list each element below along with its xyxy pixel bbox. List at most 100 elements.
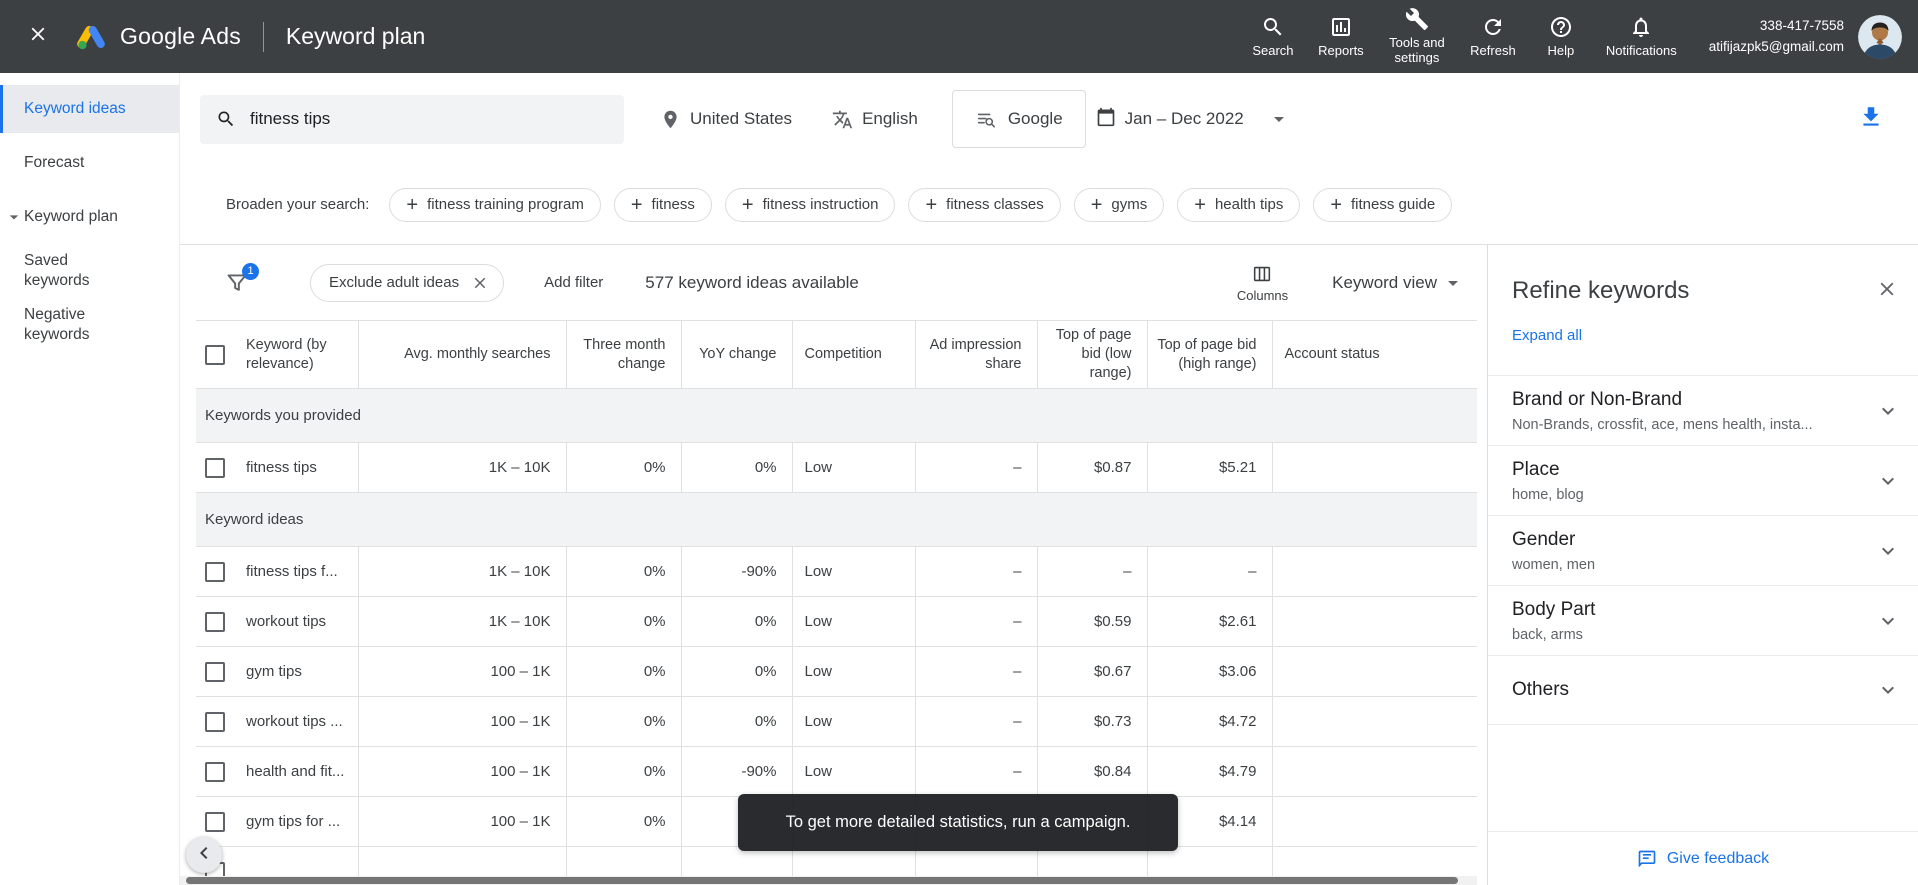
plus-icon: + <box>1194 193 1206 216</box>
chevron-down-icon <box>1876 399 1900 423</box>
cell-high-bid: $2.61 <box>1147 596 1273 647</box>
arrow-drop-down-icon <box>4 207 24 227</box>
row-checkbox[interactable] <box>205 561 225 582</box>
table-scroll-left-button[interactable] <box>186 837 222 873</box>
refine-section-place[interactable]: Place home, blog <box>1488 446 1918 516</box>
avatar[interactable] <box>1858 14 1902 59</box>
expand-all-link[interactable]: Expand all <box>1512 327 1582 344</box>
add-filter-button[interactable]: Add filter <box>544 274 603 291</box>
row-checkbox[interactable] <box>205 811 225 832</box>
refine-section-body-part[interactable]: Body Part back, arms <box>1488 586 1918 656</box>
checkbox-cell <box>196 596 244 647</box>
broaden-chip-fitness[interactable]: + fitness <box>613 187 712 222</box>
cell-keyword: gym tips for ... <box>244 796 359 847</box>
cell-searches: 1K – 10K <box>358 596 567 647</box>
checkbox-cell <box>196 442 244 493</box>
topbar-notifications-button[interactable]: Notifications <box>1598 11 1685 63</box>
language-label: English <box>862 109 918 128</box>
select-all-checkbox[interactable] <box>205 344 225 365</box>
close-icon <box>27 23 49 50</box>
cell-competition: Low <box>792 596 916 647</box>
close-button[interactable] <box>16 15 60 59</box>
remove-filter-icon[interactable] <box>471 274 489 292</box>
topbar-help-button[interactable]: Help <box>1530 11 1592 63</box>
exclude-adult-ideas-chip[interactable]: Exclude adult ideas <box>310 263 505 302</box>
arrow-drop-down-icon <box>1267 107 1291 131</box>
topbar-search-button[interactable]: Search <box>1242 11 1304 63</box>
cell-low-bid: $0.73 <box>1037 696 1148 747</box>
broaden-chip-fitness-instruction[interactable]: + fitness instruction <box>724 187 896 222</box>
topbar: Google Ads Keyword plan Search Reports T… <box>0 0 1918 73</box>
cell-competition: Low <box>792 646 916 697</box>
plus-icon: + <box>925 193 938 216</box>
download-button[interactable] <box>1858 104 1884 135</box>
sidebar-item-forecast[interactable]: Forecast <box>0 139 179 187</box>
column-header-yoy-change[interactable]: YoY change <box>681 320 793 389</box>
topbar-tools-and-settings-button[interactable]: Tools and settings <box>1378 3 1456 70</box>
column-header-keyword-by-relevance[interactable]: Keyword (by relevance) <box>244 320 359 389</box>
section-label: Keyword ideas <box>196 492 1477 547</box>
sidebar-item-keyword-plan[interactable]: Keyword plan <box>0 193 179 241</box>
location-selector[interactable]: United States <box>660 109 792 130</box>
columns-button[interactable]: Columns <box>1237 263 1288 303</box>
table-row: fitness tips 1K – 10K 0% 0% Low – $0.87 $5.21 <box>196 442 1477 493</box>
sidebar-item-keyword-ideas[interactable]: Keyword ideas <box>0 85 179 133</box>
topbar-refresh-button[interactable]: Refresh <box>1462 11 1524 63</box>
row-checkbox[interactable] <box>205 761 225 782</box>
table-section-row: Keyword ideas <box>196 492 1477 547</box>
date-range-selector[interactable]: Jan – Dec 2022 <box>1096 107 1291 132</box>
table-area: 1 Exclude adult ideas Add filter 577 key… <box>180 245 1487 885</box>
keyword-view-selector[interactable]: Keyword view <box>1332 271 1465 295</box>
filter-button[interactable]: 1 <box>224 262 259 296</box>
table-row: workout tips 1K – 10K 0% 0% Low – $0.59 $2.61 <box>196 596 1477 647</box>
filter-count-badge: 1 <box>242 262 259 280</box>
column-header-top-of-page-bid-high-range[interactable]: Top of page bid (high range) <box>1147 320 1273 389</box>
refine-section-brand-or-non-brand[interactable]: Brand or Non-Brand Non-Brands, crossfit,… <box>1488 376 1918 446</box>
sidebar-item-negative-keywords[interactable]: Negative keywords <box>0 301 179 349</box>
cell-searches: 100 – 1K <box>358 746 567 797</box>
cell-searches: 100 – 1K <box>358 696 567 747</box>
location-label: United States <box>690 109 793 128</box>
refine-sections: Brand or Non-Brand Non-Brands, crossfit,… <box>1488 376 1918 725</box>
refine-close-button[interactable] <box>1876 278 1898 305</box>
table-row: gym tips 100 – 1K 0% 0% Low – $0.67 $3.06 <box>196 646 1477 697</box>
column-header-ad-impression-share[interactable]: Ad impression share <box>915 320 1038 389</box>
view-label: Keyword view <box>1332 272 1437 292</box>
row-checkbox[interactable] <box>205 611 225 632</box>
refine-section-others[interactable]: Others <box>1488 656 1918 725</box>
broaden-chip-fitness-training-program[interactable]: + fitness training program <box>389 187 601 222</box>
language-selector[interactable]: English <box>832 109 918 130</box>
broaden-chip-health-tips[interactable]: + health tips <box>1177 187 1301 222</box>
give-feedback-button[interactable]: Give feedback <box>1488 831 1918 885</box>
checkbox-cell <box>196 646 244 697</box>
cell-yoy: -90% <box>681 546 793 597</box>
network-selector[interactable]: Google <box>951 90 1086 148</box>
column-header-account-status[interactable]: Account status <box>1272 320 1477 389</box>
cell-three-month: 0% <box>566 696 682 747</box>
cell-competition: Low <box>792 546 916 597</box>
sidebar-item-saved-keywords[interactable]: Saved keywords <box>0 247 179 295</box>
cell-keyword: workout tips ... <box>244 696 359 747</box>
column-header-top-of-page-bid-low-range[interactable]: Top of page bid (low range) <box>1037 320 1148 389</box>
broaden-chip-fitness-guide[interactable]: + fitness guide <box>1313 187 1453 222</box>
column-header-three-month-change[interactable]: Three month change <box>566 320 682 389</box>
topbar-reports-button[interactable]: Reports <box>1310 11 1372 63</box>
keyword-search-input[interactable]: fitness tips <box>200 94 624 144</box>
page-title: Keyword plan <box>285 23 426 49</box>
row-checkbox[interactable] <box>205 457 225 478</box>
cell-keyword: fitness tips <box>244 442 359 493</box>
checkbox-cell <box>196 696 244 747</box>
broaden-chip-fitness-classes[interactable]: + fitness classes <box>908 187 1061 222</box>
broaden-chip-gyms[interactable]: + gyms <box>1073 187 1165 222</box>
scrollbar-thumb[interactable] <box>186 877 1458 884</box>
cell-searches: 100 – 1K <box>358 796 567 847</box>
row-checkbox[interactable] <box>205 661 225 682</box>
refine-section-gender[interactable]: Gender women, men <box>1488 516 1918 586</box>
column-header-avg-monthly-searches[interactable]: Avg. monthly searches <box>358 320 567 389</box>
cell-impression: – <box>915 596 1038 647</box>
column-header-competition[interactable]: Competition <box>792 320 916 389</box>
cell-competition: Low <box>792 746 916 797</box>
cell-yoy: -90% <box>681 746 793 797</box>
cell-three-month: 0% <box>566 646 682 697</box>
row-checkbox[interactable] <box>205 711 225 732</box>
